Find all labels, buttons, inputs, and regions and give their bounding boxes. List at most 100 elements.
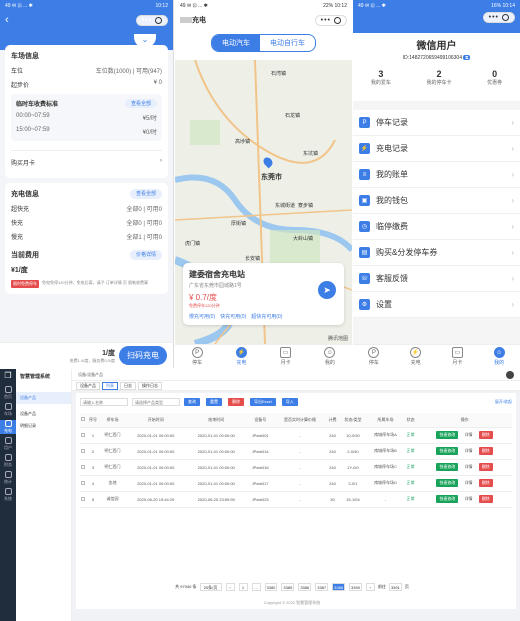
stat-cars[interactable]: 3我的爱车 <box>371 69 391 86</box>
tab-charging[interactable]: ⚡充电 <box>410 347 421 366</box>
quick-edit-button[interactable]: 快速修改 <box>436 431 458 439</box>
stat-coupons[interactable]: 0优惠券 <box>487 69 502 86</box>
goto-page-input[interactable]: 3391 <box>389 583 402 591</box>
station-card[interactable]: 建委宿舍充电站 广东省东莞市园城路1号 ¥ 0.7/度 免费停车120分钟 慢充… <box>183 263 344 325</box>
tab-monthly[interactable]: ▭月卡 <box>452 347 463 366</box>
tab-parking[interactable]: P停车 <box>368 347 379 366</box>
capsule-menu[interactable]: ••• <box>136 15 168 26</box>
tab-ebike[interactable]: 电动自行车 <box>260 35 315 51</box>
detail-button[interactable]: 详情 <box>462 479 476 487</box>
capsule-menu[interactable]: ••• <box>483 12 515 23</box>
page-button[interactable]: ... <box>252 583 261 591</box>
more-icon[interactable]: ••• <box>321 17 331 24</box>
map[interactable]: 石湾镇 石龙镇 高埗镇 东莞市 东坑镇 寮步镇 东城街道 大岭山镇 虎门镇 厚街… <box>175 60 352 344</box>
cell-dev: JPark014 <box>246 443 274 459</box>
page-button[interactable]: 3385 <box>281 583 294 591</box>
scan-charge-button[interactable]: 扫码充电 <box>119 346 167 365</box>
tab[interactable]: 操作日志 <box>138 382 162 390</box>
navigate-icon[interactable]: ➤ <box>318 281 336 299</box>
tab-active[interactable]: 列表 <box>102 382 118 390</box>
view-all-rates-button[interactable]: 查看全部 <box>125 99 157 108</box>
menu-wallet[interactable]: ▣我的钱包› <box>353 188 520 214</box>
sidebar-item-stats[interactable]: 统计 <box>0 471 16 485</box>
toggle-tools[interactable]: 展开/收起 <box>495 399 512 405</box>
capsule-menu[interactable]: ••• <box>315 15 347 26</box>
avatar[interactable] <box>506 371 514 379</box>
sidebar-item-system[interactable]: 系统 <box>0 488 16 502</box>
prev-page[interactable]: ‹ <box>226 583 235 591</box>
menu-feedback[interactable]: ☏客服反馈› <box>353 266 520 292</box>
user-icon: ☺ <box>324 347 335 358</box>
delete-row-button[interactable]: 删除 <box>479 431 493 439</box>
sidebar-item-users[interactable]: 用户 <box>0 437 16 451</box>
more-icon[interactable]: ••• <box>489 14 499 21</box>
delete-row-button[interactable]: 删除 <box>479 463 493 471</box>
page-button[interactable]: 3390 <box>349 583 362 591</box>
detail-button[interactable]: 详情 <box>462 447 476 455</box>
page-button[interactable]: 3386 <box>298 583 311 591</box>
tab[interactable]: 日志 <box>120 382 136 390</box>
tab[interactable]: 设备产品 <box>76 382 100 390</box>
menu-temp-pay[interactable]: ◷临停缴费› <box>353 214 520 240</box>
tab-parking[interactable]: P停车 <box>192 347 203 366</box>
submenu-item-active[interactable]: 设备产品 <box>16 392 71 404</box>
detail-button[interactable]: 详情 <box>462 431 476 439</box>
more-icon[interactable]: ••• <box>142 17 152 24</box>
stat-cards[interactable]: 2我的停车卡 <box>426 69 451 86</box>
menu-parking-records[interactable]: P停车记录› <box>353 110 520 136</box>
sidebar-item-charging[interactable]: 充电 <box>0 420 16 434</box>
quick-edit-button[interactable]: 快速修改 <box>436 463 458 471</box>
page-button[interactable]: 3387 <box>315 583 328 591</box>
tab-monthly[interactable]: ▭月卡 <box>280 347 291 366</box>
sidebar-item-home[interactable]: 首页 <box>0 386 16 400</box>
quick-edit-button[interactable]: 快速修改 <box>436 479 458 487</box>
detail-button[interactable]: 详情 <box>462 495 476 503</box>
col-header: 是否实时计算价格 <box>274 413 326 427</box>
page-button[interactable]: 1 <box>239 583 248 591</box>
page-button-active[interactable]: 3388 <box>332 583 345 591</box>
menu-my-bills[interactable]: ≡我的账单› <box>353 162 520 188</box>
product-type-select[interactable] <box>132 398 180 406</box>
total-count: 共 97040 条 <box>175 584 196 590</box>
close-miniapp-icon[interactable] <box>334 17 341 24</box>
page-button[interactable]: 3380 <box>265 583 278 591</box>
quick-edit-button[interactable]: 快速修改 <box>436 495 458 503</box>
menu-settings[interactable]: ⚙设置› <box>353 292 520 318</box>
sidebar-item-parking[interactable]: 车场 <box>0 403 16 417</box>
menu-coupons[interactable]: ▤购买&分发停车券› <box>353 240 520 266</box>
tab-charging[interactable]: ⚡充电 <box>236 347 247 366</box>
back-icon[interactable]: ‹ <box>5 14 9 26</box>
tab-mine[interactable]: ☺我的 <box>324 347 335 366</box>
tab-mine[interactable]: ☺我的 <box>494 347 505 366</box>
submenu-item[interactable]: 设备产品 <box>16 408 71 420</box>
copy-icon[interactable]: ⧉ <box>463 55 470 60</box>
query-button[interactable]: 查询 <box>184 398 200 406</box>
close-miniapp-icon[interactable] <box>502 14 509 21</box>
delete-button[interactable]: 删除 <box>228 398 244 406</box>
reset-button[interactable]: 重置 <box>206 398 222 406</box>
charger-type: 超快充 <box>11 204 29 213</box>
search-name-input[interactable] <box>80 398 128 406</box>
quick-edit-button[interactable]: 快速修改 <box>436 447 458 455</box>
charger-count: 全部0 | 可用0 <box>126 204 162 213</box>
next-page[interactable]: › <box>366 583 375 591</box>
submenu-item[interactable]: 明细记录 <box>16 420 71 432</box>
import-button[interactable]: 导入 <box>282 398 298 406</box>
delete-row-button[interactable]: 删除 <box>479 479 493 487</box>
tab-ev[interactable]: 电动汽车 <box>212 35 260 51</box>
delete-row-button[interactable]: 删除 <box>479 495 493 503</box>
export-button[interactable]: 导出Excel <box>250 398 276 406</box>
profile-panel: 49 ✉ ⊡ ... ✱ 16% 10:14 ••• 微信用户 ID:14827… <box>353 0 520 368</box>
page-size-select[interactable]: 20条/页 <box>200 583 222 591</box>
status-left: 49 ✉ ⊡ ... ✱ <box>5 3 33 9</box>
menu-charging-records[interactable]: ⚡充电记录› <box>353 136 520 162</box>
detail-button[interactable]: 详情 <box>462 463 476 471</box>
price-detail-button[interactable]: 价格详情 <box>130 250 162 260</box>
buy-monthly-card-row[interactable]: 购买月卡› <box>11 150 162 167</box>
map-label: 高埗镇 <box>235 138 250 145</box>
delete-row-button[interactable]: 删除 <box>479 447 493 455</box>
parking-icon <box>5 403 12 410</box>
view-chargers-button[interactable]: 查看全部 <box>130 189 162 199</box>
close-miniapp-icon[interactable] <box>155 17 162 24</box>
sidebar-item-finance[interactable]: 财务 <box>0 454 16 468</box>
